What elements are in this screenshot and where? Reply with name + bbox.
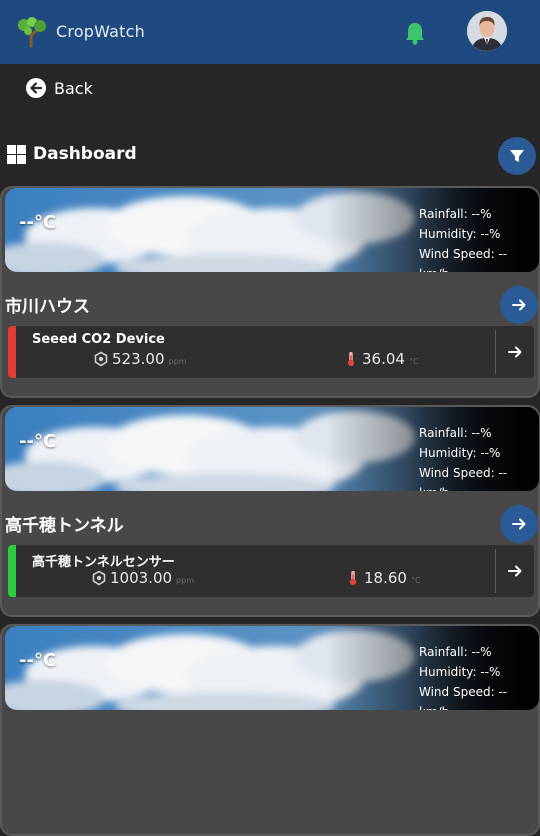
co2-value: 523.00 (112, 350, 165, 368)
humidity-label: Humidity: --% (419, 665, 501, 679)
open-device-button[interactable] (495, 549, 533, 593)
temperature-label: --°C (19, 650, 57, 671)
weather-banner: --°C Rainfall: --% Humidity: --% Wind Sp… (5, 626, 539, 710)
back-button[interactable]: Back (26, 78, 93, 98)
weather-details: Rainfall: --% Humidity: --% Wind Speed: … (419, 204, 539, 272)
bell-icon[interactable] (404, 21, 426, 45)
farm-card: --°C Rainfall: --% Humidity: --% Wind Sp… (0, 405, 540, 617)
back-arrow-icon (26, 78, 46, 98)
co2-metric: 1003.00 ppm (92, 569, 194, 587)
humidity-label: Humidity: --% (419, 227, 501, 241)
co2-unit: ppm (176, 576, 194, 585)
arrow-right-icon (507, 565, 521, 577)
open-device-button[interactable] (495, 330, 533, 374)
farm-card: --°C Rainfall: --% Humidity: --% Wind Sp… (0, 186, 540, 398)
temperature-label: --°C (19, 431, 57, 452)
co2-metric: 523.00 ppm (94, 350, 186, 368)
wind-speed-label: Wind Speed: -- km/h (419, 466, 508, 491)
farm-name: 市川ハウス (5, 297, 90, 317)
thermometer-icon (347, 351, 355, 367)
dashboard-header: Dashboard (7, 144, 137, 164)
weather-banner: --°C Rainfall: --% Humidity: --% Wind Sp… (5, 407, 539, 491)
wind-speed-label: Wind Speed: -- km/h (419, 685, 508, 710)
filter-button[interactable] (498, 137, 536, 175)
back-label: Back (54, 78, 93, 98)
rainfall-label: Rainfall: --% (419, 207, 492, 221)
tree-logo-icon[interactable] (16, 16, 48, 48)
rainfall-label: Rainfall: --% (419, 645, 492, 659)
status-strip-green (8, 545, 16, 597)
co2-molecule-icon (94, 351, 108, 367)
user-avatar[interactable] (467, 11, 507, 51)
status-strip-red (8, 326, 16, 378)
humidity-label: Humidity: --% (419, 446, 501, 460)
dashboard-icon (7, 144, 26, 164)
device-row[interactable]: 高千穂トンネルセンサー 1003.00 ppm 18.60 °C (8, 545, 534, 597)
open-farm-button[interactable] (500, 505, 538, 543)
device-row[interactable]: Seeed CO2 Device 523.00 ppm 36.04 °C (8, 326, 534, 378)
filter-icon (510, 150, 524, 162)
temperature-value: 36.04 (362, 350, 405, 368)
wind-speed-label: Wind Speed: -- km/h (419, 247, 508, 272)
temperature-value: 18.60 (364, 569, 407, 587)
farm-name: 高千穂トンネル (5, 516, 124, 536)
thermometer-icon (349, 570, 357, 586)
arrow-right-icon (507, 346, 521, 358)
page-title: Dashboard (33, 144, 137, 164)
weather-details: Rainfall: --% Humidity: --% Wind Speed: … (419, 423, 539, 491)
temperature-metric: 18.60 °C (346, 569, 421, 587)
co2-molecule-icon (92, 570, 106, 586)
device-name: 高千穂トンネルセンサー (32, 555, 175, 570)
co2-unit: ppm (168, 357, 187, 366)
app-title: CropWatch (56, 22, 145, 41)
temperature-unit: °C (408, 357, 419, 366)
weather-details: Rainfall: --% Humidity: --% Wind Speed: … (419, 642, 539, 710)
farm-card: --°C Rainfall: --% Humidity: --% Wind Sp… (0, 624, 540, 836)
weather-banner: --°C Rainfall: --% Humidity: --% Wind Sp… (5, 188, 539, 272)
co2-value: 1003.00 (110, 569, 173, 587)
arrow-right-icon (512, 518, 526, 530)
temperature-metric: 36.04 °C (344, 350, 419, 368)
device-name: Seeed CO2 Device (32, 332, 165, 347)
open-farm-button[interactable] (500, 286, 538, 324)
temperature-unit: °C (410, 576, 421, 585)
rainfall-label: Rainfall: --% (419, 426, 492, 440)
temperature-label: --°C (19, 212, 57, 233)
arrow-right-icon (512, 299, 526, 311)
app-header: CropWatch (0, 0, 540, 64)
